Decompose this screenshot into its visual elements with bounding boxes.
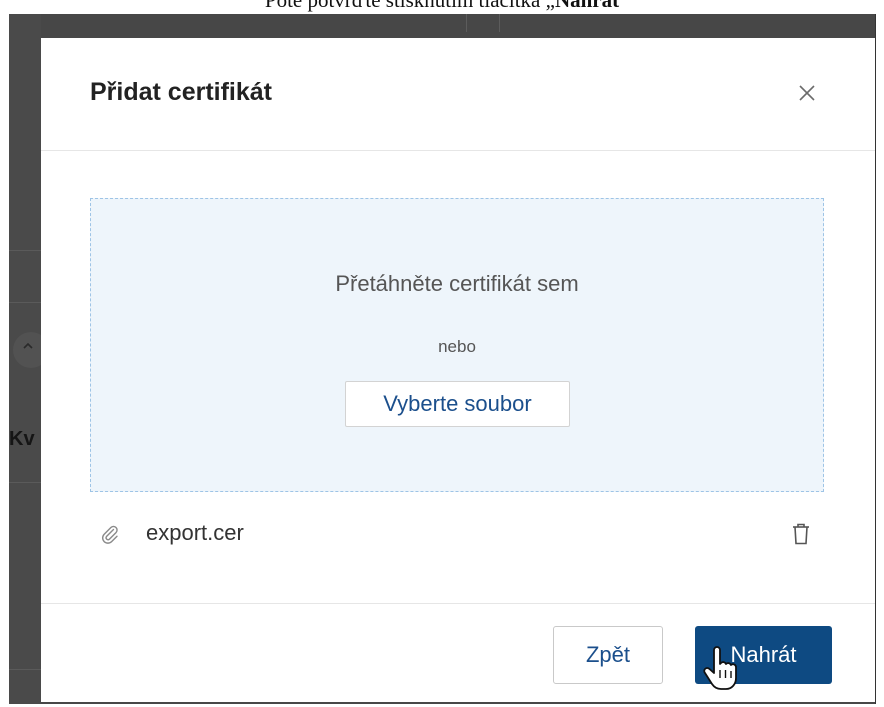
file-name: export.cer [146,520,244,545]
file-dropzone[interactable]: Přetáhněte certifikát sem nebo Vyberte s… [90,198,824,492]
add-certificate-dialog: Přidat certifikát Přetáhněte certifikát … [41,38,875,703]
caption-bold-text: Nahrát [554,0,620,12]
caption-text: Poté potvrďte stisknutím tlačítka „ [264,0,555,12]
document-caption: Poté potvrďte stisknutím tlačítka „Nahrá… [0,0,884,14]
dialog-title: Přidat certifikát [90,78,273,106]
choose-file-button[interactable]: Vyberte soubor [345,381,570,427]
background-divider [9,482,41,483]
close-icon[interactable] [797,83,817,103]
background-cell-divider [466,14,467,32]
chevron-up-icon [23,342,33,349]
background-cell-divider [499,14,500,32]
back-button[interactable]: Zpět [553,626,663,684]
background-divider [9,302,41,303]
background-divider [9,669,41,670]
dialog-header: Přidat certifikát [41,38,875,151]
dialog-footer: Zpět Nahrát [41,603,875,703]
hand-pointer-cursor-icon [703,646,737,690]
background-partial-label: Kv [9,428,35,450]
trash-icon[interactable] [790,522,812,546]
dropzone-title: Přetáhněte certifikát sem [335,271,579,296]
paperclip-icon [101,525,118,544]
dropzone-or-text: nebo [438,337,476,356]
background-table-header [41,14,875,32]
screenshot-area: Kv Přidat certifikát Přetáhněte certifik… [9,14,876,704]
background-divider [9,250,41,251]
selected-file-row: export.cer [90,516,824,552]
